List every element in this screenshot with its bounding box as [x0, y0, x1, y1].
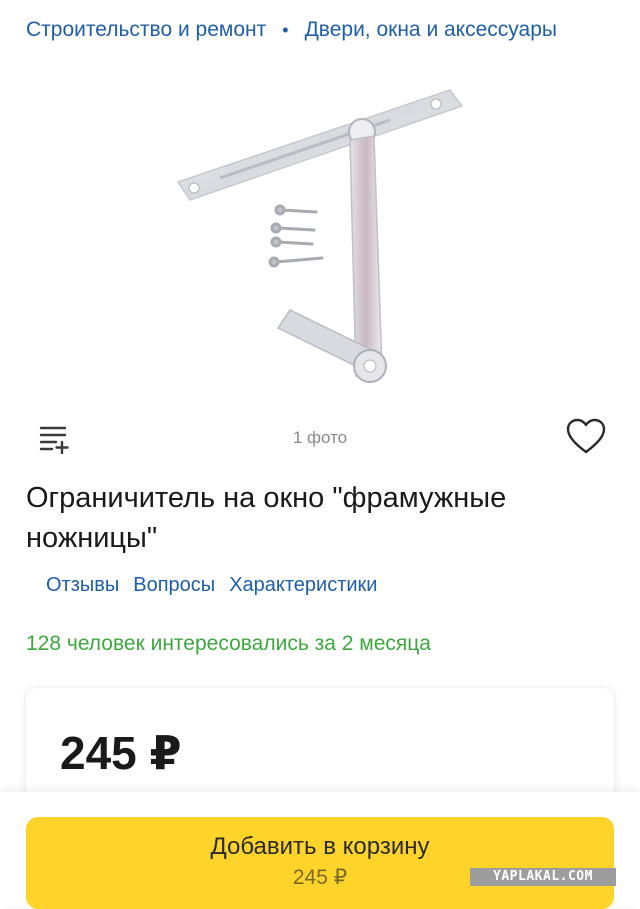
product-tabs: Отзывы Вопросы Характеристики — [46, 574, 377, 597]
product-price: 245 ₽ — [60, 727, 182, 779]
add-to-cart-button[interactable]: Добавить в корзину 245 ₽ — [26, 817, 614, 909]
heart-icon[interactable] — [566, 418, 606, 456]
breadcrumb-separator: • — [282, 19, 289, 40]
tab-reviews[interactable]: Отзывы — [46, 574, 119, 597]
watermark: YAPLAKAL.COM — [470, 868, 616, 886]
window-stay-hinge-image — [176, 89, 464, 383]
gallery-actions-row: 1 фото — [0, 412, 640, 464]
tab-questions[interactable]: Вопросы — [133, 574, 215, 597]
add-to-cart-label: Добавить в корзину — [210, 833, 430, 860]
breadcrumb-item-doors-windows[interactable]: Двери, окна и аксессуары — [305, 18, 557, 42]
interest-stat: 128 человек интересовались за 2 месяца — [26, 632, 431, 655]
product-title: Ограничитель на окно "фрамужные ножницы" — [26, 482, 507, 554]
tab-specifications[interactable]: Характеристики — [229, 574, 377, 597]
breadcrumb-item-construction[interactable]: Строительство и ремонт — [26, 18, 266, 42]
bottom-action-bar: Добавить в корзину 245 ₽ — [0, 792, 640, 909]
breadcrumb: Строительство и ремонт • Двери, окна и а… — [26, 18, 630, 42]
product-image[interactable] — [150, 70, 490, 410]
photo-count: 1 фото — [292, 428, 348, 447]
